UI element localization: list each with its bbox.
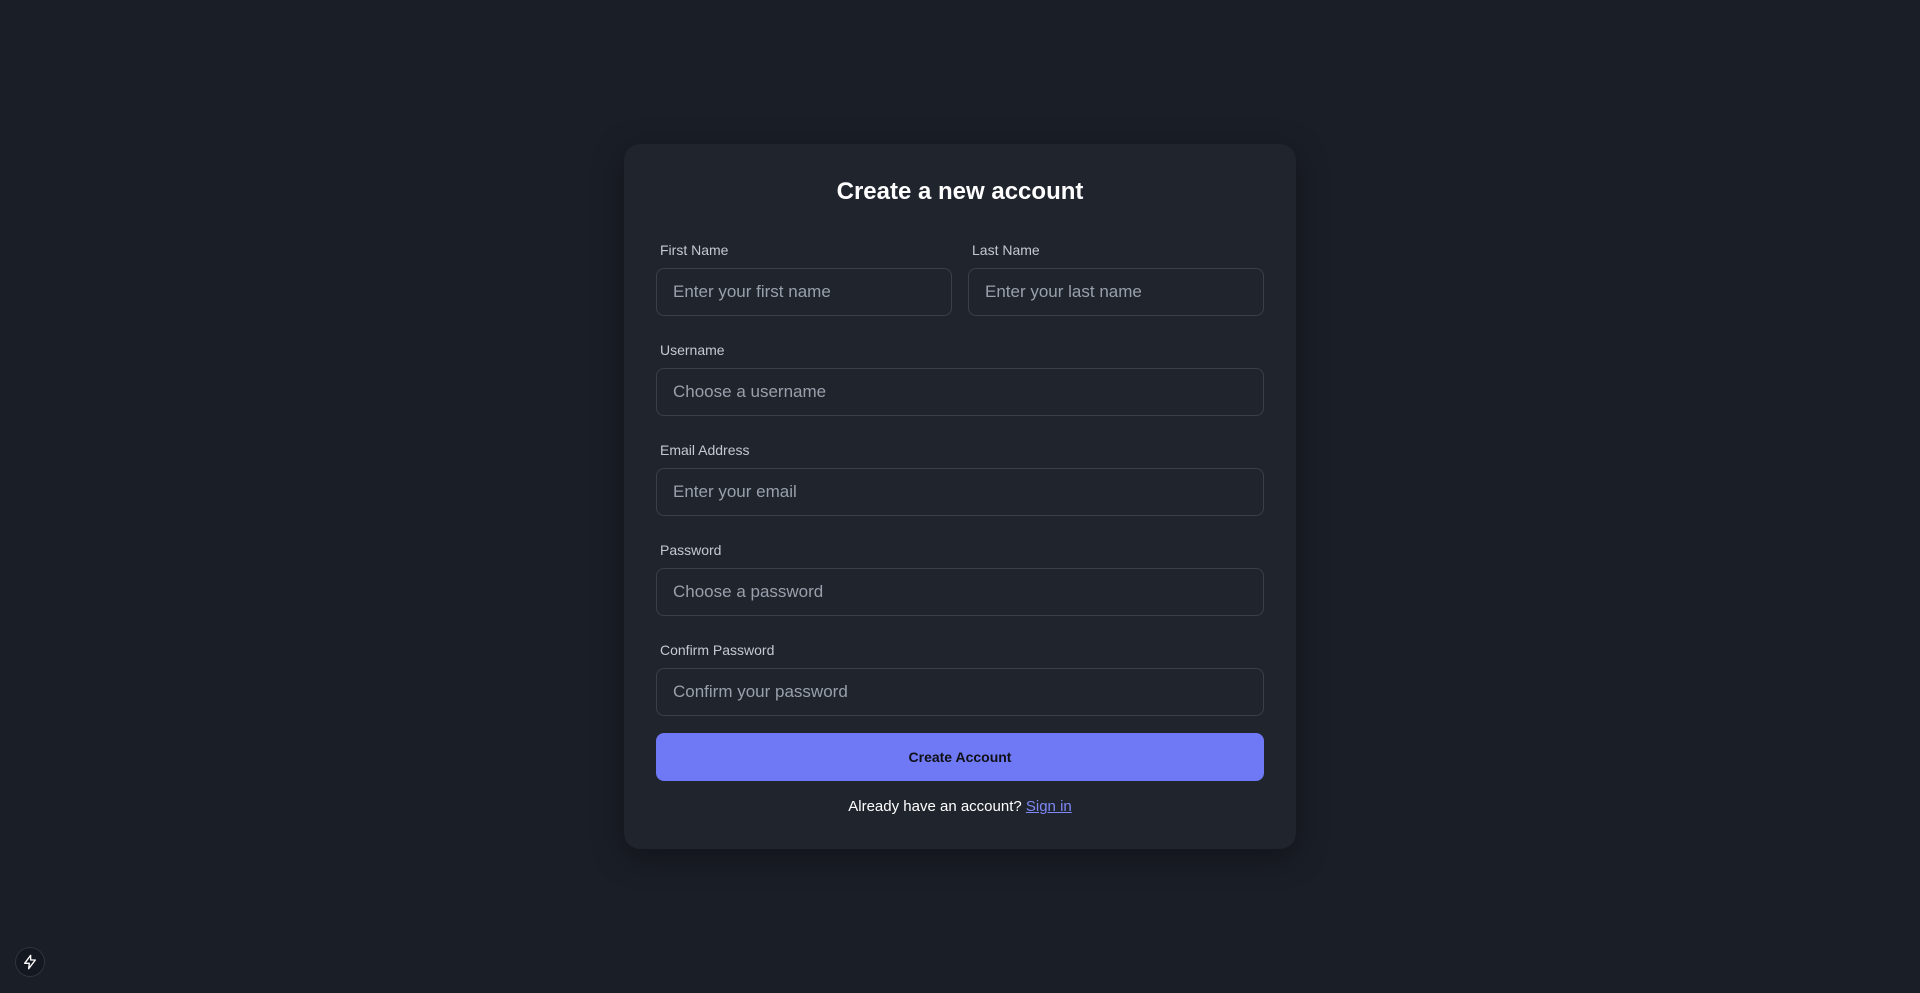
username-group: Username [656,342,1264,416]
password-group: Password [656,542,1264,616]
email-group: Email Address [656,442,1264,516]
first-name-label: First Name [660,242,729,258]
corner-badge-button[interactable] [15,947,45,977]
signin-prompt-text: Already have an account? [848,798,1022,815]
password-input[interactable] [656,568,1264,616]
first-name-input[interactable] [656,268,952,316]
signin-link[interactable]: Sign in [1026,798,1072,815]
username-input[interactable] [656,368,1264,416]
password-label: Password [660,542,722,558]
confirm-password-label: Confirm Password [660,642,775,658]
username-label: Username [660,342,725,358]
last-name-group: Last Name [968,242,1264,316]
email-label: Email Address [660,442,750,458]
confirm-password-group: Confirm Password [656,642,1264,716]
signup-card: Create a new account First Name Last Nam… [624,144,1296,849]
page-title: Create a new account [836,178,1084,205]
last-name-input[interactable] [968,268,1264,316]
first-name-group: First Name [656,242,952,316]
signin-prompt: Already have an account? Sign in [624,798,1296,815]
last-name-label: Last Name [972,242,1040,258]
confirm-password-input[interactable] [656,668,1264,716]
lightning-bolt-icon [24,954,36,970]
create-account-button[interactable]: Create Account [656,733,1264,781]
email-input[interactable] [656,468,1264,516]
